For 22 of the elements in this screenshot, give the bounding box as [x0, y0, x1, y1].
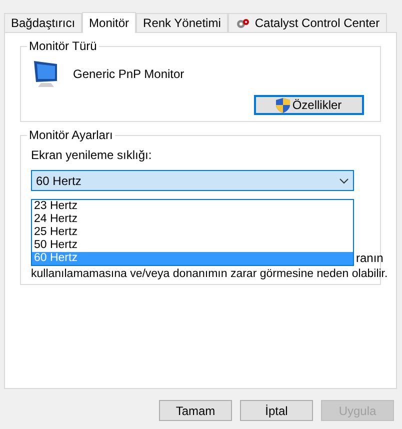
tab[interactable]: Monitör: [82, 12, 136, 33]
group-title: Monitör Türü: [27, 39, 99, 53]
warning-text: ranın: [356, 251, 384, 265]
warning-text: kullanılamamasına ve/veya donanımın zarar görmesine neden olabilir.: [31, 268, 388, 280]
gear-icon: [234, 16, 251, 30]
tab[interactable]: Renk Yönetimi: [136, 13, 228, 32]
dropdown-option[interactable]: 50 Hertz: [32, 239, 353, 252]
group-title: Monitör Ayarları: [27, 128, 115, 142]
dialog-button[interactable]: İptal: [240, 400, 313, 421]
monitor-icon: [31, 59, 59, 89]
properties-button[interactable]: Özellikler: [254, 95, 364, 115]
refresh-rate-dropdown[interactable]: 60 Hertz: [31, 170, 354, 191]
tab[interactable]: Bağdaştırıcı: [4, 13, 82, 32]
dialog-button[interactable]: Tamam: [159, 400, 232, 421]
dropdown-option[interactable]: 23 Hertz: [32, 200, 353, 213]
chevron-down-icon: [339, 178, 349, 184]
monitor-name: Generic PnP Monitor: [73, 67, 184, 81]
dropdown-option[interactable]: 25 Hertz: [32, 226, 353, 239]
shield-icon: [276, 98, 290, 112]
tab[interactable]: Catalyst Control Center: [228, 13, 387, 32]
dropdown-option[interactable]: 24 Hertz: [32, 213, 353, 226]
refresh-rate-label: Ekran yenileme sıklığı:: [31, 148, 153, 162]
